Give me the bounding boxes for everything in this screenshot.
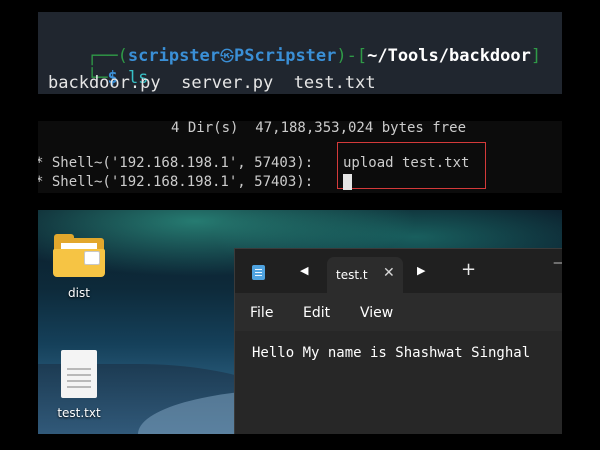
shell-prompt: * Shell~('192.168.198.1', 57403): (38, 174, 314, 190)
tab-test-txt[interactable]: test.t ✕ (327, 257, 403, 293)
dir-summary: 4 Dir(s) 47,188,353,024 bytes free (171, 121, 467, 136)
upload-command: upload test.txt (343, 155, 470, 171)
prompt-host: PScripster (234, 46, 337, 66)
folder-icon (52, 234, 106, 278)
kali-terminal[interactable]: ┌──(scripster㉿PScripster)-[~/Tools/backd… (38, 12, 562, 94)
desktop-icon-label: dist (68, 286, 90, 300)
close-icon[interactable]: ✕ (383, 265, 395, 281)
minimize-icon[interactable]: — (553, 255, 562, 271)
reverse-shell-terminal[interactable]: 4 Dir(s) 47,188,353,024 bytes free * She… (38, 121, 562, 193)
shell-prompt: * Shell~('192.168.198.1', 57403): (38, 155, 314, 171)
desktop-icon-dist[interactable]: dist (39, 234, 119, 300)
text-file-icon (59, 350, 99, 398)
text-editor-area[interactable]: Hello My name is Shashwat Singhal (235, 331, 562, 434)
desktop-icon-label: test.txt (57, 406, 101, 420)
prompt-bracket: ] (530, 46, 542, 66)
tab-scroll-right-icon[interactable]: ▶ (417, 265, 425, 277)
desktop-icon-test-txt[interactable]: test.txt (39, 350, 119, 420)
file-entry: backdoor.py (48, 73, 161, 93)
tab-scroll-left-icon[interactable]: ◀ (300, 265, 308, 277)
menu-bar: File Edit View (235, 293, 562, 331)
new-tab-icon[interactable]: + (461, 259, 476, 280)
tab-title: test.t (336, 268, 368, 282)
notepad-app-icon (252, 265, 265, 280)
menu-view[interactable]: View (360, 305, 393, 321)
menu-file[interactable]: File (250, 305, 273, 321)
skull-icon: ㉿ (220, 49, 235, 65)
title-bar[interactable]: ◀ test.t ✕ ▶ + — (235, 249, 562, 293)
prompt-separator: )-[ (336, 46, 368, 66)
windows-desktop: dist test.txt ◀ test.t ✕ ▶ + — File Edit… (38, 210, 562, 434)
notepad-window[interactable]: ◀ test.t ✕ ▶ + — File Edit View Hello My… (234, 248, 562, 434)
menu-edit[interactable]: Edit (303, 305, 330, 321)
document-text: Hello My name is Shashwat Singhal (252, 345, 531, 361)
prompt-cwd: ~/Tools/backdoor (367, 46, 531, 66)
ls-output: backdoor.py server.py test.txt (48, 73, 376, 93)
file-entry: server.py (181, 73, 274, 93)
text-cursor (343, 174, 352, 190)
file-entry: test.txt (293, 73, 376, 93)
